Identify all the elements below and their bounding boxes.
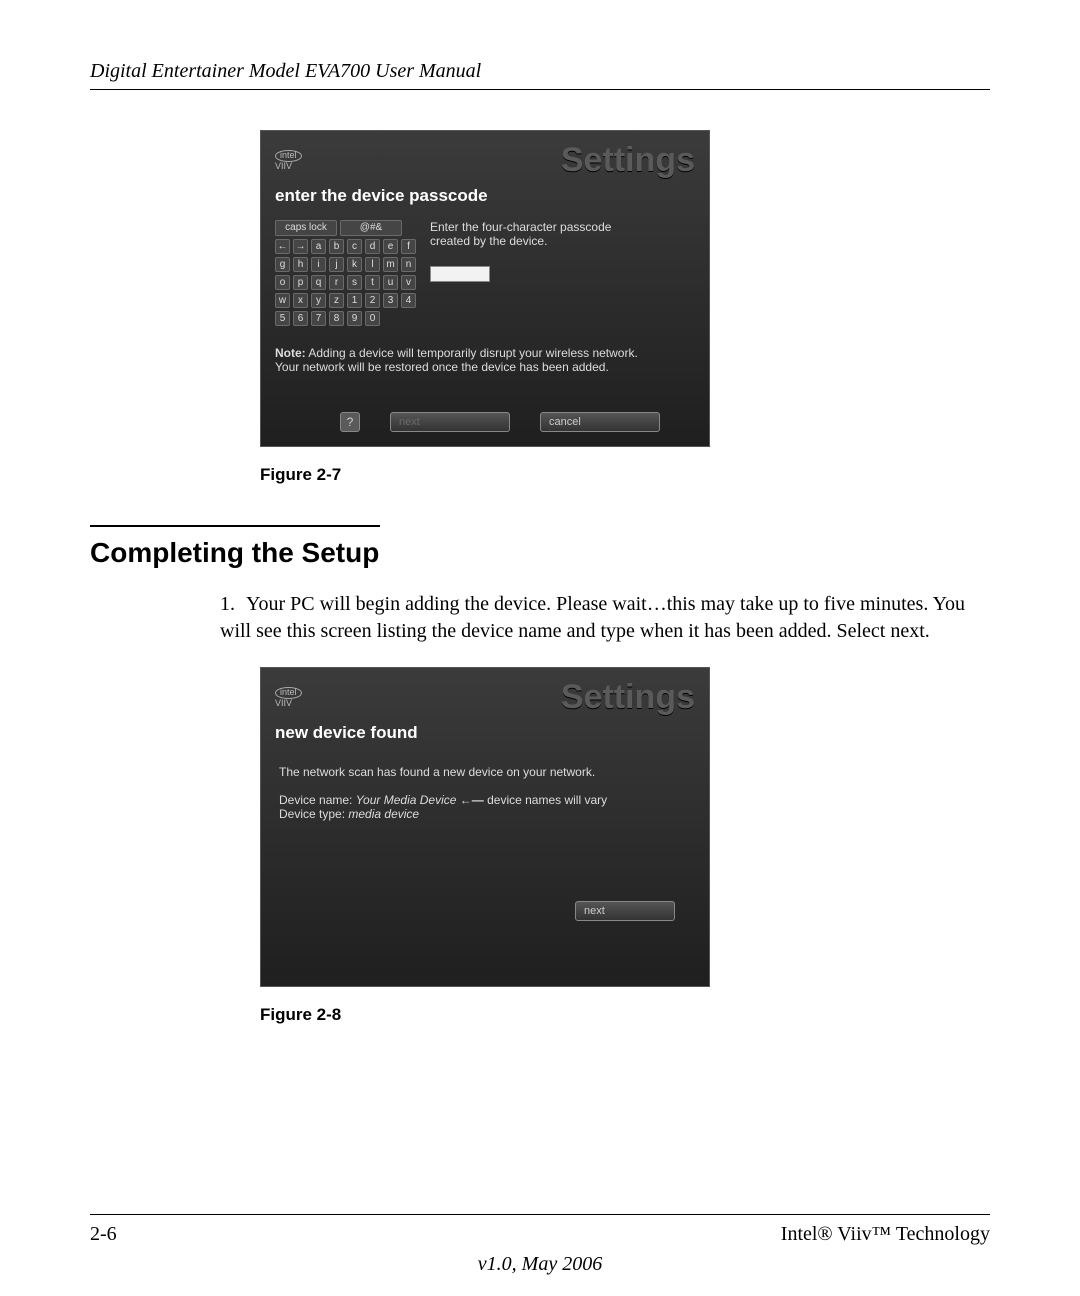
- key-5[interactable]: 5: [275, 311, 290, 326]
- passcode-input[interactable]: [430, 266, 490, 282]
- key-a[interactable]: a: [311, 239, 326, 254]
- key-2[interactable]: 2: [365, 293, 380, 308]
- key-n[interactable]: n: [401, 257, 416, 272]
- device-name-value: Your Media Device: [356, 793, 457, 807]
- key-e[interactable]: e: [383, 239, 398, 254]
- key-d[interactable]: d: [365, 239, 380, 254]
- key-f[interactable]: f: [401, 239, 416, 254]
- screenshot2-body: The network scan has found a new device …: [261, 751, 709, 851]
- note-text-2: Your network will be restored once the d…: [275, 360, 609, 374]
- key-b[interactable]: b: [329, 239, 344, 254]
- instruction-line-2: created by the device.: [430, 234, 611, 248]
- key-q[interactable]: q: [311, 275, 326, 290]
- screenshot-new-device: intel VIIV Settings new device found The…: [260, 667, 710, 987]
- key-o[interactable]: o: [275, 275, 290, 290]
- figure-2-7-block: intel VIIV Settings enter the device pas…: [260, 130, 990, 485]
- key-j[interactable]: j: [329, 257, 344, 272]
- scan-result-text: The network scan has found a new device …: [279, 765, 691, 779]
- key-p[interactable]: p: [293, 275, 308, 290]
- onscreen-keyboard: caps lock @#& ← → a b c d e f g h i: [275, 220, 416, 326]
- device-name-row: Device name: Your Media Device ←— device…: [279, 793, 691, 807]
- page-footer: 2-6 Intel® Viiv™ Technology: [90, 1214, 990, 1246]
- key-t[interactable]: t: [365, 275, 380, 290]
- intel-viiv-logo-2: intel VIIV: [275, 687, 302, 709]
- key-m[interactable]: m: [383, 257, 398, 272]
- key-l[interactable]: l: [365, 257, 380, 272]
- figure-2-7-caption: Figure 2-7: [260, 465, 341, 485]
- key-h[interactable]: h: [293, 257, 308, 272]
- key-y[interactable]: y: [311, 293, 326, 308]
- key-1[interactable]: 1: [347, 293, 362, 308]
- help-button[interactable]: ?: [340, 412, 360, 432]
- key-s[interactable]: s: [347, 275, 362, 290]
- intel-viiv-logo: intel VIIV: [275, 150, 302, 172]
- note-block: Note: Adding a device will temporarily d…: [261, 334, 709, 404]
- figure-2-8-block: intel VIIV Settings new device found The…: [260, 667, 990, 1025]
- viiv-logo-text: VIIV: [275, 161, 292, 171]
- key-z[interactable]: z: [329, 293, 344, 308]
- screenshot-titlebar: intel VIIV Settings: [261, 131, 709, 182]
- footer-version: v1.0, May 2006: [0, 1253, 1080, 1276]
- device-name-label: Device name:: [279, 793, 356, 807]
- viiv-logo-text-2: VIIV: [275, 698, 292, 708]
- note-text-1: Adding a device will temporarily disrupt…: [306, 346, 638, 360]
- key-0[interactable]: 0: [365, 311, 380, 326]
- next-button[interactable]: next: [575, 901, 675, 921]
- cancel-button[interactable]: cancel: [540, 412, 660, 432]
- arrow-icon: ←—: [456, 793, 487, 807]
- key-x[interactable]: x: [293, 293, 308, 308]
- symbols-key[interactable]: @#&: [340, 220, 402, 236]
- screenshot-subtitle: enter the device passcode: [261, 182, 709, 214]
- note-label: Note:: [275, 346, 306, 360]
- page-number: 2-6: [90, 1223, 117, 1246]
- section-heading: Completing the Setup: [90, 525, 380, 569]
- key-u[interactable]: u: [383, 275, 398, 290]
- caps-lock-key[interactable]: caps lock: [275, 220, 337, 236]
- key-3[interactable]: 3: [383, 293, 398, 308]
- key-7[interactable]: 7: [311, 311, 326, 326]
- key-g[interactable]: g: [275, 257, 290, 272]
- device-names-vary-note: device names will vary: [487, 793, 607, 807]
- figure-2-8-caption: Figure 2-8: [260, 1005, 341, 1025]
- key-8[interactable]: 8: [329, 311, 344, 326]
- key-v[interactable]: v: [401, 275, 416, 290]
- device-type-row: Device type: media device: [279, 807, 691, 821]
- step-number: 1.: [220, 591, 246, 618]
- footer-tech: Intel® Viiv™ Technology: [781, 1223, 990, 1246]
- next-button-disabled[interactable]: next: [390, 412, 510, 432]
- key-r[interactable]: r: [329, 275, 344, 290]
- key-c[interactable]: c: [347, 239, 362, 254]
- device-type-label: Device type:: [279, 807, 348, 821]
- key-4[interactable]: 4: [401, 293, 416, 308]
- screenshot2-titlebar: intel VIIV Settings: [261, 668, 709, 719]
- key-9[interactable]: 9: [347, 311, 362, 326]
- step-list: 1.Your PC will begin adding the device. …: [220, 591, 980, 645]
- instruction-line-1: Enter the four-character passcode: [430, 220, 611, 234]
- key-w[interactable]: w: [275, 293, 290, 308]
- screenshot2-subtitle: new device found: [261, 719, 709, 751]
- step-text: Your PC will begin adding the device. Pl…: [220, 593, 965, 642]
- settings-heading-2: Settings: [561, 678, 695, 717]
- passcode-instruction-pane: Enter the four-character passcode create…: [430, 220, 611, 326]
- key-fwd[interactable]: →: [293, 239, 308, 254]
- screenshot-passcode: intel VIIV Settings enter the device pas…: [260, 130, 710, 447]
- key-k[interactable]: k: [347, 257, 362, 272]
- page-header: Digital Entertainer Model EVA700 User Ma…: [90, 60, 990, 90]
- key-back[interactable]: ←: [275, 239, 290, 254]
- key-i[interactable]: i: [311, 257, 326, 272]
- settings-heading: Settings: [561, 141, 695, 180]
- key-6[interactable]: 6: [293, 311, 308, 326]
- device-type-value: media device: [348, 807, 419, 821]
